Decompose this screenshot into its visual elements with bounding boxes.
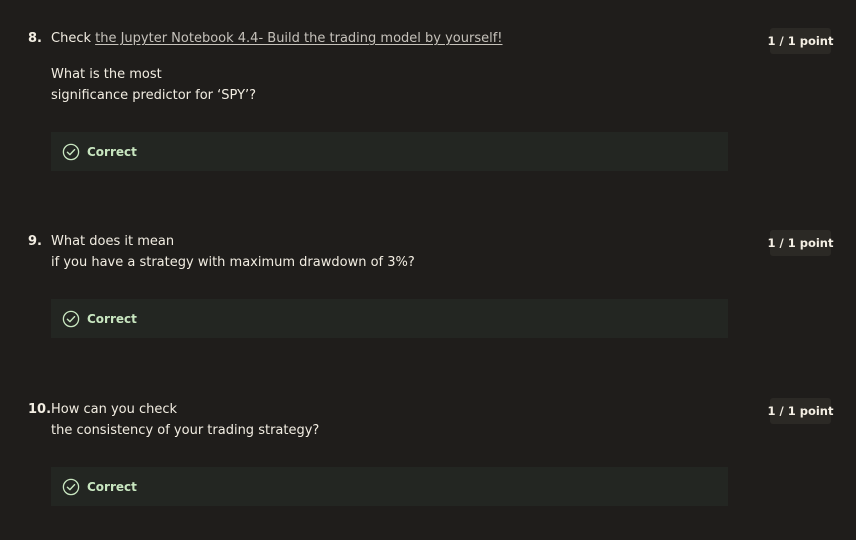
question-line-2: significance predictor for ‘SPY’? [51, 88, 257, 103]
question-number: 8. [28, 31, 42, 46]
question-line-1: What does it mean [51, 234, 175, 249]
feedback-label: Correct [87, 144, 137, 159]
feedback-correct: Correct [51, 132, 728, 171]
question-prefix: Check [51, 31, 96, 46]
feedback-correct: Correct [51, 299, 728, 338]
question-line-2: if you have a strategy with maximum draw… [51, 255, 415, 270]
points-badge: 1 / 1 point [768, 28, 834, 54]
feedback-correct: Correct [51, 467, 728, 506]
question-link-line: Check the Jupyter Notebook 4.4- Build th… [51, 28, 731, 49]
check-circle-icon [62, 143, 80, 161]
question-line-2: the consistency of your trading strategy… [51, 423, 320, 438]
feedback-label: Correct [87, 479, 137, 494]
question-line-1: How can you check [51, 402, 178, 417]
question-number: 9. [28, 234, 42, 249]
check-circle-icon [62, 478, 80, 496]
points-badge: 1 / 1 point [768, 398, 834, 424]
question-text: What does it mean if you have a strategy… [51, 231, 731, 273]
feedback-label: Correct [87, 311, 137, 326]
check-circle-icon [62, 310, 80, 328]
question-number: 10. [28, 402, 52, 417]
points-badge: 1 / 1 point [768, 230, 834, 256]
jupyter-notebook-link[interactable]: the Jupyter Notebook 4.4- Build the trad… [95, 31, 502, 46]
question-line-1: What is the most [51, 67, 162, 82]
question-text: What is the most significance predictor … [51, 64, 731, 106]
question-text: How can you check the consistency of you… [51, 399, 731, 441]
